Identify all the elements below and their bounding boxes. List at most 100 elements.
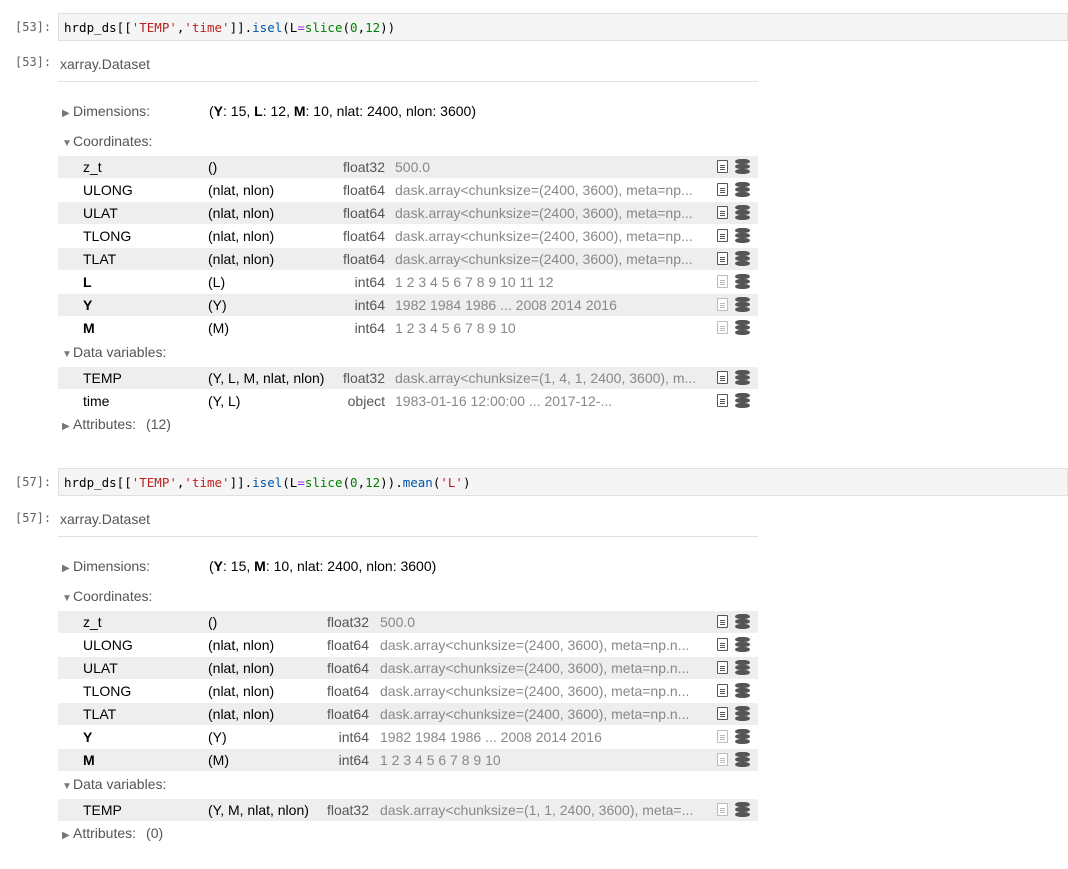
database-icon[interactable] xyxy=(735,274,750,290)
coordinates-label: Coordinates: xyxy=(73,133,153,149)
database-icon[interactable] xyxy=(735,393,750,409)
variable-name: TEMP xyxy=(83,802,122,818)
file-text-icon[interactable] xyxy=(717,661,728,674)
variable-dtype: int64 xyxy=(338,729,369,745)
database-icon[interactable] xyxy=(735,182,750,198)
variable-preview[interactable]: 1982 1984 1986 ... 2008 2014 2016 xyxy=(380,726,700,748)
file-text-icon[interactable] xyxy=(717,753,728,766)
expand-triangle-icon[interactable]: ▼ xyxy=(62,138,73,149)
variable-preview[interactable]: dask.array<chunksize=(2400, 3600), meta=… xyxy=(380,634,700,656)
code-text[interactable]: hrdp_ds[['TEMP','time']].isel(L=slice(0,… xyxy=(64,20,395,35)
database-icon[interactable] xyxy=(735,251,750,267)
database-icon[interactable] xyxy=(735,614,750,630)
variable-preview[interactable]: dask.array<chunksize=(1, 1, 2400, 3600),… xyxy=(380,799,700,821)
database-icon[interactable] xyxy=(735,729,750,745)
variable-preview[interactable]: dask.array<chunksize=(2400, 3600), meta=… xyxy=(395,248,715,270)
collapse-triangle-icon[interactable]: ▶ xyxy=(62,108,73,119)
code-token: 0 xyxy=(350,20,358,35)
variable-preview[interactable]: dask.array<chunksize=(1, 4, 1, 2400, 360… xyxy=(395,367,715,389)
dimensions-section-header[interactable]: ▶ Dimensions: xyxy=(62,103,150,119)
variable-preview[interactable]: dask.array<chunksize=(2400, 3600), meta=… xyxy=(380,680,700,702)
dimensions-section-header[interactable]: ▶ Dimensions: xyxy=(62,558,150,574)
variable-dtype: int64 xyxy=(354,297,385,313)
variable-dtype: float32 xyxy=(326,614,369,630)
attributes-section-header[interactable]: ▶ Attributes: (12) xyxy=(62,416,171,432)
data-variables-label: Data variables: xyxy=(73,776,167,792)
variable-name: Y xyxy=(83,729,93,745)
variable-name: ULONG xyxy=(83,182,133,198)
coordinates-section-header[interactable]: ▼Coordinates: xyxy=(62,588,152,604)
data-variables-section-header[interactable]: ▼Data variables: xyxy=(62,344,166,360)
variable-preview[interactable]: dask.array<chunksize=(2400, 3600), meta=… xyxy=(380,657,700,679)
file-text-icon[interactable] xyxy=(717,707,728,720)
database-icon[interactable] xyxy=(735,752,750,768)
database-icon[interactable] xyxy=(735,370,750,386)
file-text-icon[interactable] xyxy=(717,371,728,384)
row-icons xyxy=(717,320,753,336)
collapse-triangle-icon[interactable]: ▶ xyxy=(62,563,73,574)
collapse-triangle-icon[interactable]: ▶ xyxy=(62,830,73,841)
file-text-icon[interactable] xyxy=(717,615,728,628)
variable-preview[interactable]: 1 2 3 4 5 6 7 8 9 10 11 12 xyxy=(395,271,715,293)
file-text-icon[interactable] xyxy=(717,229,728,242)
variable-dims: (M) xyxy=(208,320,229,336)
code-token: 'TEMP' xyxy=(131,20,177,35)
coordinates-section-header[interactable]: ▼Coordinates: xyxy=(62,133,152,149)
code-token: 'L' xyxy=(440,475,463,490)
database-icon[interactable] xyxy=(735,802,750,818)
file-text-icon[interactable] xyxy=(717,298,728,311)
variable-row: ULAT (nlat, nlon) float64 dask.array<chunks… xyxy=(58,657,758,679)
database-icon[interactable] xyxy=(735,297,750,313)
variable-preview[interactable]: dask.array<chunksize=(2400, 3600), meta=… xyxy=(395,179,715,201)
file-text-icon[interactable] xyxy=(717,183,728,196)
file-text-icon[interactable] xyxy=(717,160,728,173)
variable-name: TLONG xyxy=(83,683,132,699)
variable-preview[interactable]: 1 2 3 4 5 6 7 8 9 10 xyxy=(380,749,700,771)
variable-dims: (nlat, nlon) xyxy=(208,251,275,267)
expand-triangle-icon[interactable]: ▼ xyxy=(62,349,73,360)
file-text-icon[interactable] xyxy=(717,394,728,407)
variable-preview[interactable]: 500.0 xyxy=(395,156,715,178)
file-text-icon[interactable] xyxy=(717,252,728,265)
database-icon[interactable] xyxy=(735,637,750,653)
variable-dims: (nlat, nlon) xyxy=(208,706,275,722)
code-input-cell[interactable]: hrdp_ds[['TEMP','time']].isel(L=slice(0,… xyxy=(58,13,1068,41)
file-text-icon[interactable] xyxy=(717,275,728,288)
file-text-icon[interactable] xyxy=(717,684,728,697)
database-icon[interactable] xyxy=(735,706,750,722)
expand-triangle-icon[interactable]: ▼ xyxy=(62,593,73,604)
variable-preview[interactable]: dask.array<chunksize=(2400, 3600), meta=… xyxy=(395,202,715,224)
code-text[interactable]: hrdp_ds[['TEMP','time']].isel(L=slice(0,… xyxy=(64,475,470,490)
dimension-token: M xyxy=(293,103,306,119)
database-icon[interactable] xyxy=(735,159,750,175)
variable-preview[interactable]: dask.array<chunksize=(2400, 3600), meta=… xyxy=(380,703,700,725)
dimensions-value: (Y: 15, M: 10, nlat: 2400, nlon: 3600) xyxy=(209,558,436,574)
variable-preview[interactable]: 1982 1984 1986 ... 2008 2014 2016 xyxy=(395,294,715,316)
variable-row: TLONG (nlat, nlon) float64 dask.array<chunk… xyxy=(58,225,758,247)
database-icon[interactable] xyxy=(735,683,750,699)
row-icons xyxy=(717,182,753,198)
file-text-icon[interactable] xyxy=(717,638,728,651)
variable-preview[interactable]: 1983-01-16 12:00:00 ... 2017-12-... xyxy=(395,390,715,412)
variable-preview[interactable]: dask.array<chunksize=(2400, 3600), meta=… xyxy=(395,225,715,247)
collapse-triangle-icon[interactable]: ▶ xyxy=(62,421,73,432)
file-text-icon[interactable] xyxy=(717,730,728,743)
database-icon[interactable] xyxy=(735,205,750,221)
variable-preview[interactable]: 500.0 xyxy=(380,611,700,633)
code-token: 0 xyxy=(350,475,358,490)
database-icon[interactable] xyxy=(735,320,750,336)
variable-preview[interactable]: 1 2 3 4 5 6 7 8 9 10 xyxy=(395,317,715,339)
code-token: slice xyxy=(304,475,343,490)
file-text-icon[interactable] xyxy=(717,321,728,334)
attributes-section-header[interactable]: ▶ Attributes: (0) xyxy=(62,825,163,841)
database-icon[interactable] xyxy=(735,228,750,244)
code-input-cell[interactable]: hrdp_ds[['TEMP','time']].isel(L=slice(0,… xyxy=(58,468,1068,496)
variable-name: TLAT xyxy=(83,706,117,722)
data-variables-section-header[interactable]: ▼Data variables: xyxy=(62,776,166,792)
expand-triangle-icon[interactable]: ▼ xyxy=(62,781,73,792)
database-icon[interactable] xyxy=(735,660,750,676)
variable-row: z_t () float32 500.0 xyxy=(58,611,758,633)
variable-name: TEMP xyxy=(83,370,122,386)
file-text-icon[interactable] xyxy=(717,803,728,816)
file-text-icon[interactable] xyxy=(717,206,728,219)
